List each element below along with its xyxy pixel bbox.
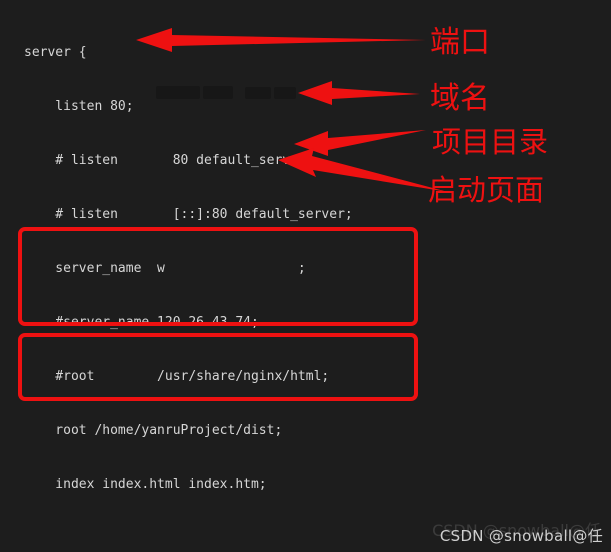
code-line: server_name w ; [24,261,306,276]
code-line: server { [24,45,87,60]
redaction-mark [245,87,271,99]
code-line: # listen [::]:80 default_server; [24,207,353,222]
annotation-label-port: 端口 [430,25,490,60]
redaction-mark [156,86,200,99]
code-line: #root /usr/share/nginx/html; [24,369,330,384]
redaction-mark [203,86,233,99]
redaction-mark [274,87,296,99]
annotation-label-domain: 域名 [430,81,490,116]
code-line: listen 80; [24,99,134,114]
annotation-label-project-dir: 项目目录 [432,125,549,159]
code-line: index index.html index.htm; [24,477,267,492]
nginx-config-code: server { listen 80; # listen 80 default_… [0,8,611,552]
code-line: root /home/yanruProject/dist; [24,423,283,438]
watermark: CSDN @snowball@任 [439,527,603,545]
annotation-label-startup-page: 启动页面 [428,173,545,207]
screenshot-root: server { listen 80; # listen 80 default_… [0,0,611,552]
code-line: #server_name 120.26.43.74; [24,315,259,330]
